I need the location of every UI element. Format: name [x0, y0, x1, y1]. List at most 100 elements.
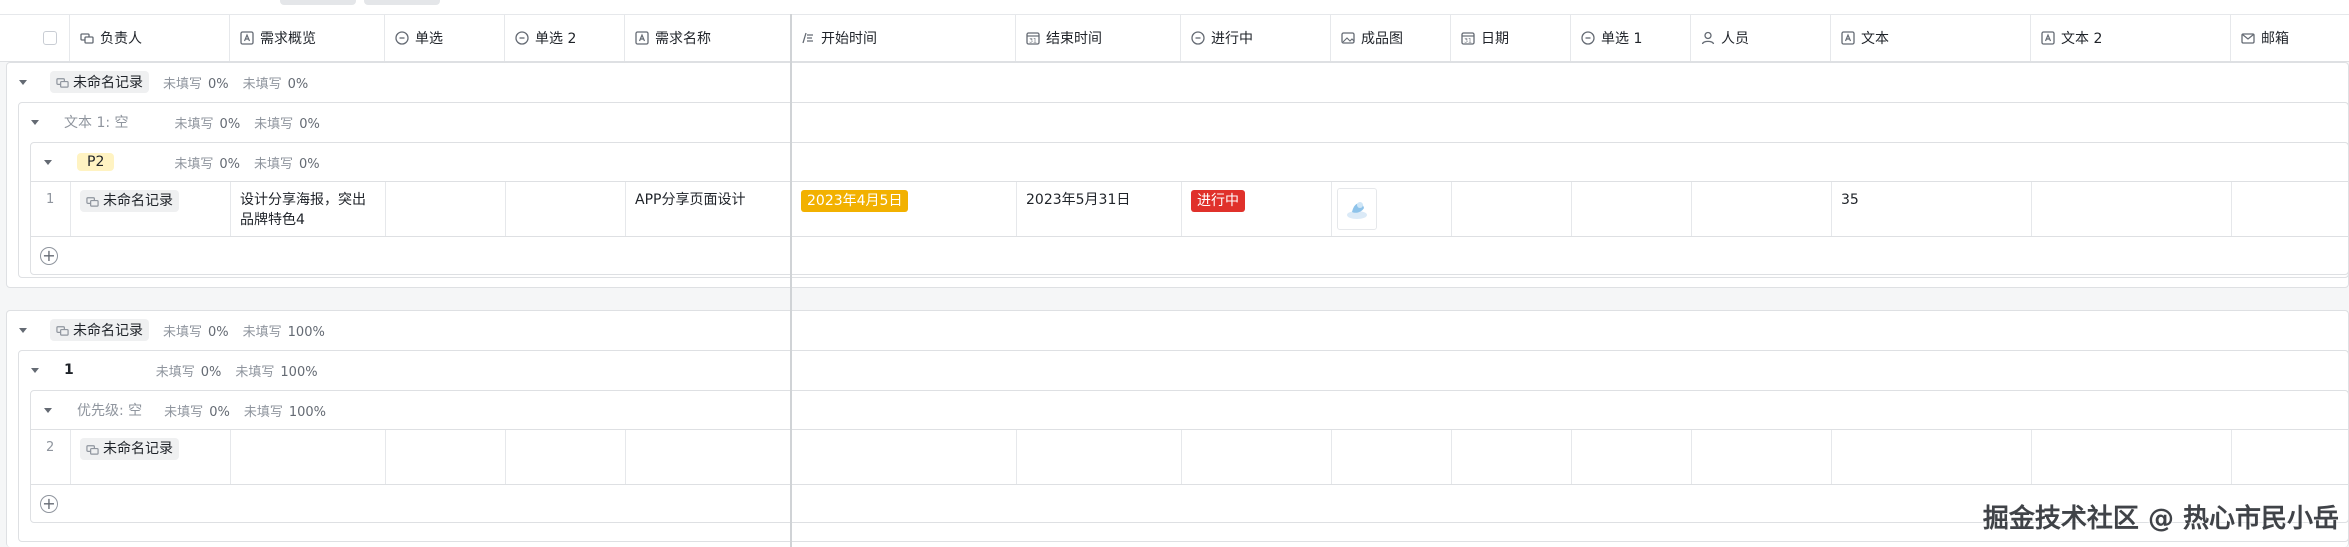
- chevron-down-icon[interactable]: [43, 157, 53, 167]
- cell-status[interactable]: [1181, 430, 1331, 484]
- cell-name[interactable]: [625, 430, 791, 484]
- record-chip[interactable]: 未命名记录: [80, 190, 179, 212]
- record-chip[interactable]: 未命名记录: [50, 71, 149, 93]
- column-header-end[interactable]: 31 结束时间: [1016, 15, 1181, 61]
- subgroup-label: 1: [64, 362, 74, 378]
- link-record-icon: [56, 324, 69, 337]
- chevron-down-icon[interactable]: [18, 325, 28, 335]
- column-header-email[interactable]: 邮箱: [2231, 15, 2349, 61]
- chevron-down-icon[interactable]: [18, 77, 28, 87]
- column-header-label: 需求概览: [260, 31, 316, 47]
- cell-name[interactable]: APP分享页面设计: [625, 182, 791, 236]
- chevron-down-icon[interactable]: [30, 365, 40, 375]
- cell-status[interactable]: 进行中: [1181, 182, 1331, 236]
- row-number: 2: [46, 440, 55, 455]
- column-header-single[interactable]: 单选: [385, 15, 505, 61]
- add-record-button[interactable]: +: [40, 495, 58, 513]
- cell-single-2[interactable]: [505, 182, 625, 236]
- subsubgroup-header[interactable]: 优先级: 空 未填写 0% 未填写 100%: [43, 390, 326, 430]
- cell-owner[interactable]: 未命名记录: [70, 430, 230, 484]
- top-toolbar: [0, 0, 2349, 14]
- cell-date[interactable]: [1451, 430, 1571, 484]
- cell-text[interactable]: 35: [1831, 182, 2031, 236]
- product-image-thumbnail[interactable]: [1337, 188, 1377, 230]
- cell-single[interactable]: [385, 430, 505, 484]
- unfilled-stat: 未填写 100%: [242, 324, 325, 340]
- record-chip-label: 未命名记录: [73, 323, 143, 339]
- cell-email[interactable]: [2231, 182, 2349, 236]
- record-chip[interactable]: 未命名记录: [80, 438, 179, 460]
- column-divider: [1691, 182, 1692, 236]
- cell-start[interactable]: 2023年4月5日: [791, 182, 1016, 236]
- cell-email[interactable]: [2231, 430, 2349, 484]
- column-divider: [2231, 182, 2232, 236]
- column-divider: [2031, 182, 2032, 236]
- unfilled-stat: 未填写 0%: [163, 76, 229, 92]
- formula-icon: [801, 31, 815, 45]
- column-header-label: 结束时间: [1046, 31, 1102, 47]
- toolbar-tab[interactable]: [364, 0, 440, 5]
- cell-overview[interactable]: 设计分享海报，突出品牌特色4: [230, 182, 385, 236]
- column-header-overview[interactable]: 需求概览: [230, 15, 385, 61]
- column-header-date[interactable]: 31 日期: [1451, 15, 1571, 61]
- group-header[interactable]: 未命名记录 未填写 0% 未填写 0%: [18, 62, 308, 102]
- column-header-single-2[interactable]: 单选 2: [505, 15, 625, 61]
- cell-start[interactable]: [791, 430, 1016, 484]
- subgroup-header[interactable]: 1 未填写 0% 未填写 100%: [30, 350, 318, 390]
- unfilled-stat: 未填写 100%: [235, 364, 318, 380]
- unfilled-stat: 未填写 0%: [155, 364, 222, 380]
- cell-text-2[interactable]: [2031, 430, 2231, 484]
- cell-image[interactable]: [1331, 430, 1451, 484]
- cell-person[interactable]: [1691, 182, 1831, 236]
- cell-image[interactable]: [1331, 182, 1451, 236]
- row-divider: [31, 236, 2349, 237]
- person-icon: [1701, 31, 1715, 45]
- chevron-down-icon[interactable]: [30, 117, 40, 127]
- add-record-button[interactable]: +: [40, 247, 58, 265]
- cell-text[interactable]: [1831, 430, 2031, 484]
- cell-date[interactable]: [1451, 182, 1571, 236]
- subsubgroup-header[interactable]: P2 未填写 0% 未填写 0%: [43, 142, 320, 182]
- column-header-label: 邮箱: [2261, 31, 2289, 47]
- column-header-person[interactable]: 人员: [1691, 15, 1831, 61]
- cell-single[interactable]: [385, 182, 505, 236]
- row-number: 1: [46, 192, 55, 207]
- chevron-down-icon[interactable]: [43, 405, 53, 415]
- column-divider: [385, 430, 386, 484]
- column-header-start[interactable]: 开始时间: [791, 15, 1016, 61]
- cell-single-1[interactable]: [1571, 182, 1691, 236]
- cell-end[interactable]: [1016, 430, 1181, 484]
- column-header-text-2[interactable]: 文本 2: [2031, 15, 2231, 61]
- group-header[interactable]: 未命名记录 未填写 0% 未填写 100%: [18, 310, 325, 350]
- image-icon: [1341, 31, 1355, 45]
- column-header-image[interactable]: 成品图: [1331, 15, 1451, 61]
- column-header-label: 单选: [415, 31, 443, 47]
- toolbar-tab[interactable]: [280, 0, 356, 5]
- select-all-cell[interactable]: [30, 15, 70, 61]
- column-divider: [625, 182, 626, 236]
- select-all-checkbox[interactable]: [42, 31, 57, 45]
- column-header-status[interactable]: 进行中: [1181, 15, 1331, 61]
- cell-owner[interactable]: 未命名记录: [70, 182, 230, 236]
- single-select-icon: [1191, 31, 1205, 45]
- column-divider: [70, 430, 71, 484]
- column-divider: [505, 182, 506, 236]
- column-header-owner[interactable]: 负责人: [70, 15, 230, 61]
- text-field-icon: [1841, 31, 1855, 45]
- cell-single-2[interactable]: [505, 430, 625, 484]
- subgroup-header[interactable]: 文本 1: 空 未填写 0% 未填写 0%: [30, 102, 320, 142]
- column-divider: [2031, 430, 2032, 484]
- cell-end[interactable]: 2023年5月31日: [1016, 182, 1181, 236]
- cell-overview[interactable]: [230, 430, 385, 484]
- column-divider: [1831, 182, 1832, 236]
- record-chip[interactable]: 未命名记录: [50, 319, 149, 341]
- cell-text-2[interactable]: [2031, 182, 2231, 236]
- cell-single-1[interactable]: [1571, 430, 1691, 484]
- column-header-text[interactable]: 文本: [1831, 15, 2031, 61]
- cell-person[interactable]: [1691, 430, 1831, 484]
- column-header-single-1[interactable]: 单选 1: [1571, 15, 1691, 61]
- frozen-column-divider[interactable]: [790, 14, 792, 547]
- column-header-name[interactable]: 需求名称: [625, 15, 791, 61]
- priority-tag: P2: [77, 153, 115, 171]
- column-divider: [1451, 182, 1452, 236]
